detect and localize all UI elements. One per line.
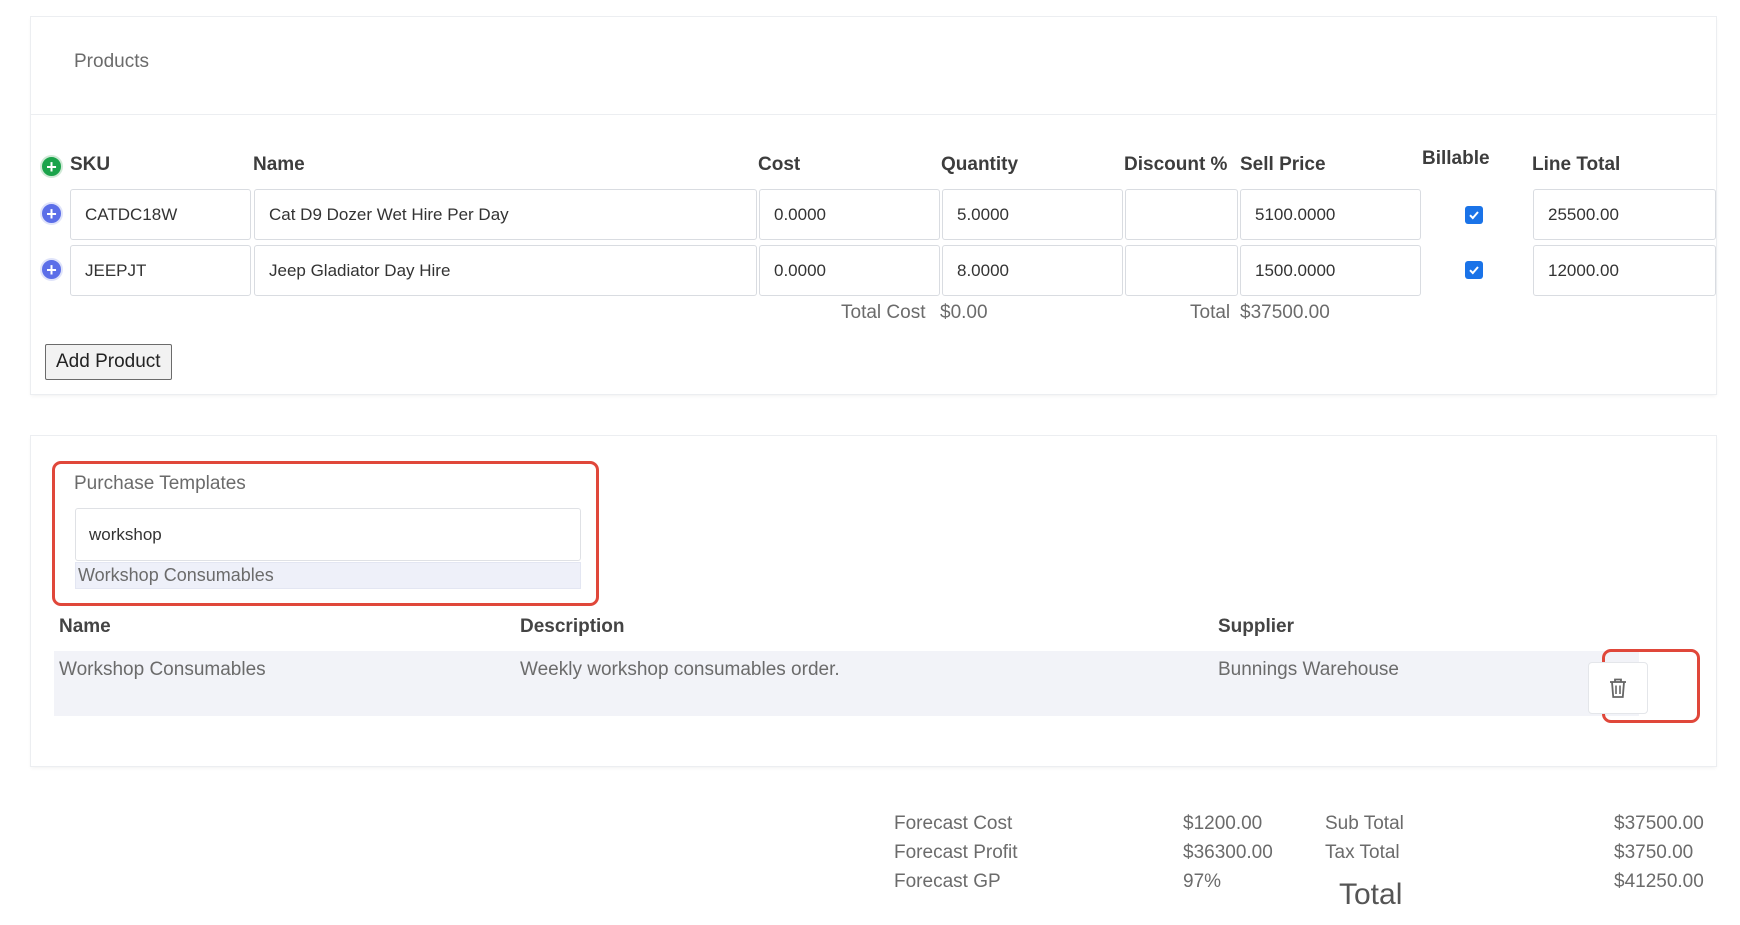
forecast-profit-label: Forecast Profit (894, 842, 1018, 863)
forecast-gp-value: 97% (1183, 871, 1222, 892)
discount-input[interactable] (1125, 245, 1238, 296)
product-name-input[interactable]: Jeep Gladiator Day Hire (254, 245, 757, 296)
template-name: Workshop Consumables (59, 659, 266, 680)
column-header-line-total: Line Total (1532, 154, 1621, 175)
sell-price-input[interactable]: 1500.0000 (1240, 245, 1421, 296)
column-header-sku: SKU (70, 154, 111, 175)
line-total-input[interactable]: 25500.00 (1533, 189, 1716, 240)
column-header-discount: Discount % (1124, 154, 1228, 175)
row-expand-plus-icon[interactable]: + (40, 202, 63, 225)
billable-checkbox[interactable] (1465, 206, 1483, 224)
column-header-cost: Cost (758, 154, 801, 175)
cost-input[interactable]: 0.0000 (759, 189, 940, 240)
products-panel: Products + SKU Name Cost Quantity Discou… (31, 17, 1716, 394)
trash-icon (1610, 678, 1626, 698)
purchase-templates-panel: Purchase Templates workshop Workshop Con… (31, 436, 1716, 766)
column-header-sell-price: Sell Price (1240, 154, 1326, 175)
template-description: Weekly workshop consumables order. (520, 659, 840, 680)
tax-total-label: Tax Total (1325, 842, 1400, 863)
purchase-templates-title: Purchase Templates (74, 473, 246, 494)
add-product-button[interactable]: Add Product (45, 344, 172, 380)
grand-total-value: $41250.00 (1614, 871, 1704, 892)
column-header-billable: Billable (1422, 148, 1490, 169)
sku-input[interactable]: CATDC18W (70, 189, 251, 240)
column-header-supplier: Supplier (1218, 616, 1295, 637)
column-header-quantity: Quantity (941, 154, 1019, 175)
autocomplete-suggestion[interactable]: Workshop Consumables (75, 562, 581, 589)
template-search-input[interactable]: workshop (75, 508, 581, 561)
billable-checkbox[interactable] (1465, 261, 1483, 279)
checkmark-icon (1469, 211, 1479, 220)
line-total-input[interactable]: 12000.00 (1533, 245, 1716, 296)
template-supplier: Bunnings Warehouse (1218, 659, 1399, 680)
forecast-cost-label: Forecast Cost (894, 813, 1013, 834)
column-header-name: Name (253, 154, 305, 175)
quantity-input[interactable]: 8.0000 (942, 245, 1123, 296)
tax-total-value: $3750.00 (1614, 842, 1694, 863)
sell-price-input[interactable]: 5100.0000 (1240, 189, 1421, 240)
quantity-input[interactable]: 5.0000 (942, 189, 1123, 240)
forecast-cost-value: $1200.00 (1183, 813, 1263, 834)
total-cost-label: Total Cost (841, 302, 926, 323)
grand-total-heading: Total (1339, 878, 1403, 911)
add-row-plus-icon[interactable]: + (40, 155, 63, 178)
column-header-description: Description (520, 616, 625, 637)
products-divider (31, 114, 1716, 115)
sub-total-label: Sub Total (1325, 813, 1404, 834)
delete-template-button[interactable] (1588, 662, 1648, 714)
total-label: Total (1190, 302, 1231, 323)
column-header-name: Name (59, 616, 111, 637)
forecast-gp-label: Forecast GP (894, 871, 1001, 892)
forecast-profit-value: $36300.00 (1183, 842, 1273, 863)
total-cost-value: $0.00 (940, 302, 988, 323)
sub-total-value: $37500.00 (1614, 813, 1704, 834)
table-row: Workshop Consumables Weekly workshop con… (54, 651, 1639, 716)
row-expand-plus-icon[interactable]: + (40, 258, 63, 281)
products-title: Products (74, 51, 149, 72)
discount-input[interactable] (1125, 189, 1238, 240)
total-value: $37500.00 (1240, 302, 1330, 323)
cost-input[interactable]: 0.0000 (759, 245, 940, 296)
product-name-input[interactable]: Cat D9 Dozer Wet Hire Per Day (254, 189, 757, 240)
sku-input[interactable]: JEEPJT (70, 245, 251, 296)
checkmark-icon (1469, 266, 1479, 275)
